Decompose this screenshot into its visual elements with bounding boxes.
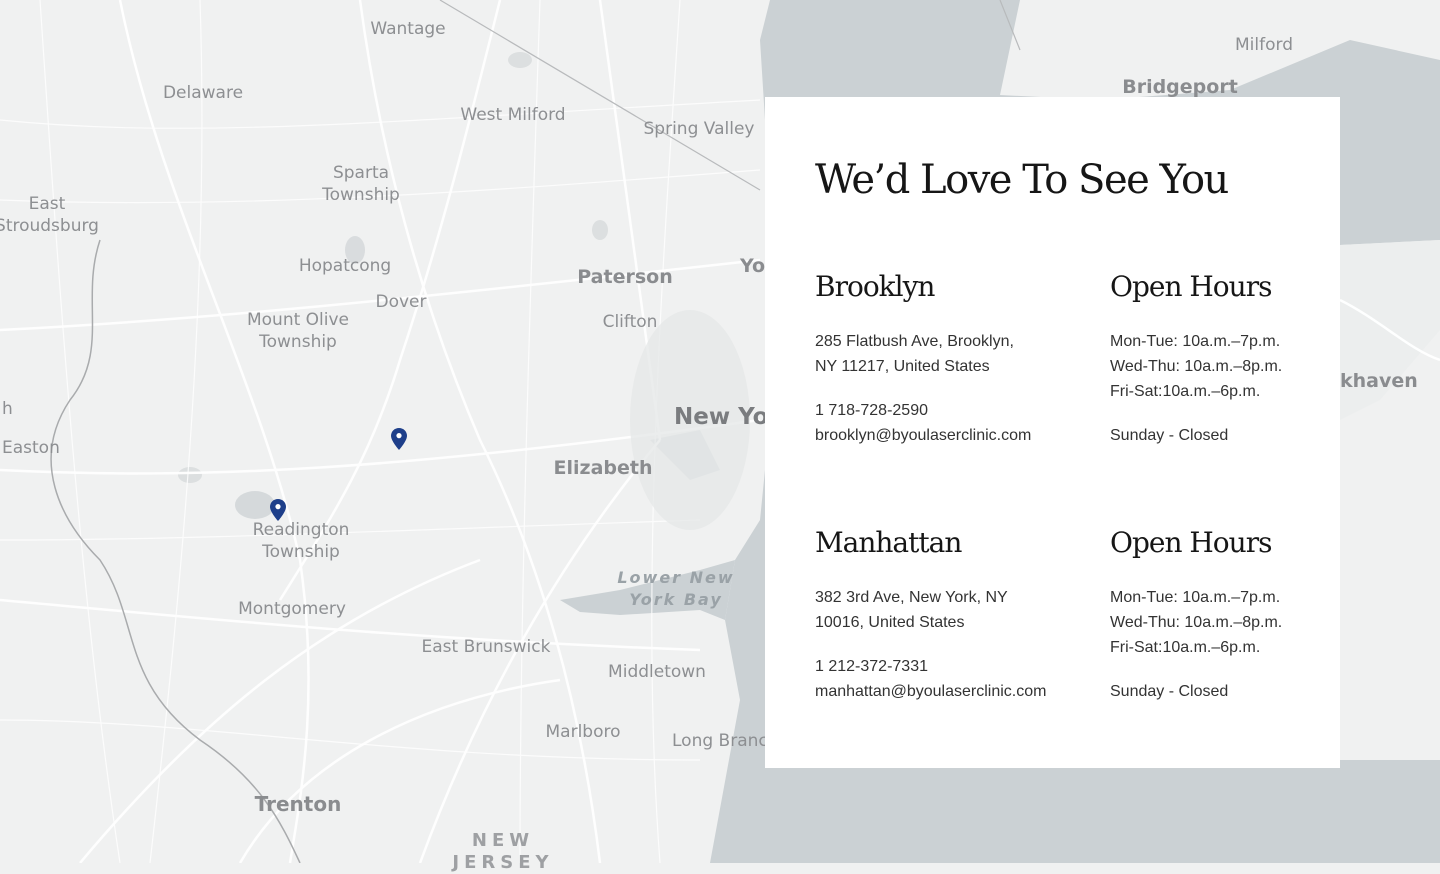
hours-title: Open Hours: [1110, 526, 1272, 559]
map-label-new-jersey: NEW JERSEY: [452, 830, 554, 873]
address-line: 10016, United States: [815, 614, 965, 631]
map-label-haven: khaven: [1340, 370, 1418, 392]
phone-link[interactable]: 1 212-372-7331: [815, 654, 1085, 679]
hours-brooklyn: Open Hours Mon-Tue: 10a.m.–7p.m. Wed-Thu…: [1110, 269, 1320, 448]
hours-title: Open Hours: [1110, 270, 1272, 303]
hours-line: Mon-Tue: 10a.m.–7p.m.: [1110, 333, 1281, 350]
map-label-bridgeport: Bridgeport: [1122, 76, 1238, 98]
map-label-marlboro: Marlboro: [545, 722, 621, 742]
address-line: 285 Flatbush Ave, Brooklyn,: [815, 333, 1014, 350]
address-line: 382 3rd Ave, New York, NY: [815, 589, 1008, 606]
map-label-delaware: Delaware: [162, 83, 244, 103]
card-title: We’d Love To See You: [815, 157, 1229, 203]
map-label-montgomery: Montgomery: [238, 599, 346, 619]
email-link[interactable]: manhattan@byoulaserclinic.com: [815, 679, 1085, 704]
map-label-trenton: Trenton: [254, 792, 342, 816]
hours-line: Fri-Sat:10a.m.–6p.m.: [1110, 639, 1261, 656]
hours-line: Wed-Thu: 10a.m.–8p.m.: [1110, 358, 1283, 375]
map-label-yonkers: Yo: [740, 255, 766, 277]
map-label-easton: Easton: [2, 438, 60, 458]
map-label-long-branch: Long Branch: [672, 731, 779, 751]
map-label-fragment-h: h: [2, 399, 13, 419]
map-label-sparta: Sparta Township: [322, 163, 400, 205]
address-line: NY 11217, United States: [815, 358, 990, 375]
map-label-wantage: Wantage: [370, 19, 446, 39]
map-label-spring-valley: Spring Valley: [643, 119, 755, 139]
closed-line: Sunday - Closed: [1110, 427, 1229, 444]
locations-card: We’d Love To See You Brooklyn 285 Flatbu…: [765, 97, 1340, 768]
map-label-middletown: Middletown: [608, 662, 706, 682]
phone-link[interactable]: 1 718-728-2590: [815, 398, 1085, 423]
location-name: Manhattan: [815, 526, 962, 559]
hours-line: Mon-Tue: 10a.m.–7p.m.: [1110, 589, 1281, 606]
map-label-lower-new-york-bay: Lower New York Bay: [617, 568, 735, 609]
map-label-clifton: Clifton: [602, 312, 658, 332]
location-manhattan: Manhattan 382 3rd Ave, New York, NY 1001…: [815, 525, 1085, 704]
map-label-east-brunswick: East Brunswick: [421, 637, 551, 657]
map-label-east-stroudsburg: East Stroudsburg: [0, 194, 99, 236]
hours-manhattan: Open Hours Mon-Tue: 10a.m.–7p.m. Wed-Thu…: [1110, 525, 1320, 704]
map-label-paterson: Paterson: [577, 266, 673, 288]
location-pin[interactable]: [270, 499, 286, 521]
map-label-hopatcong: Hopatcong: [298, 256, 392, 276]
hours-line: Fri-Sat:10a.m.–6p.m.: [1110, 383, 1261, 400]
email-link[interactable]: brooklyn@byoulaserclinic.com: [815, 423, 1085, 448]
map-label-mount-olive: Mount Olive Township: [246, 310, 350, 352]
map-label-readington: Readington Township: [252, 520, 350, 562]
hours-line: Wed-Thu: 10a.m.–8p.m.: [1110, 614, 1283, 631]
map-label-west-milford: West Milford: [460, 105, 566, 125]
map-label-milford: Milford: [1235, 35, 1293, 55]
map-label-elizabeth: Elizabeth: [553, 457, 653, 479]
location-pin[interactable]: [391, 428, 407, 450]
location-brooklyn: Brooklyn 285 Flatbush Ave, Brooklyn, NY …: [815, 269, 1085, 448]
location-name: Brooklyn: [815, 270, 935, 303]
closed-line: Sunday - Closed: [1110, 683, 1229, 700]
map-label-dover: Dover: [375, 292, 427, 312]
